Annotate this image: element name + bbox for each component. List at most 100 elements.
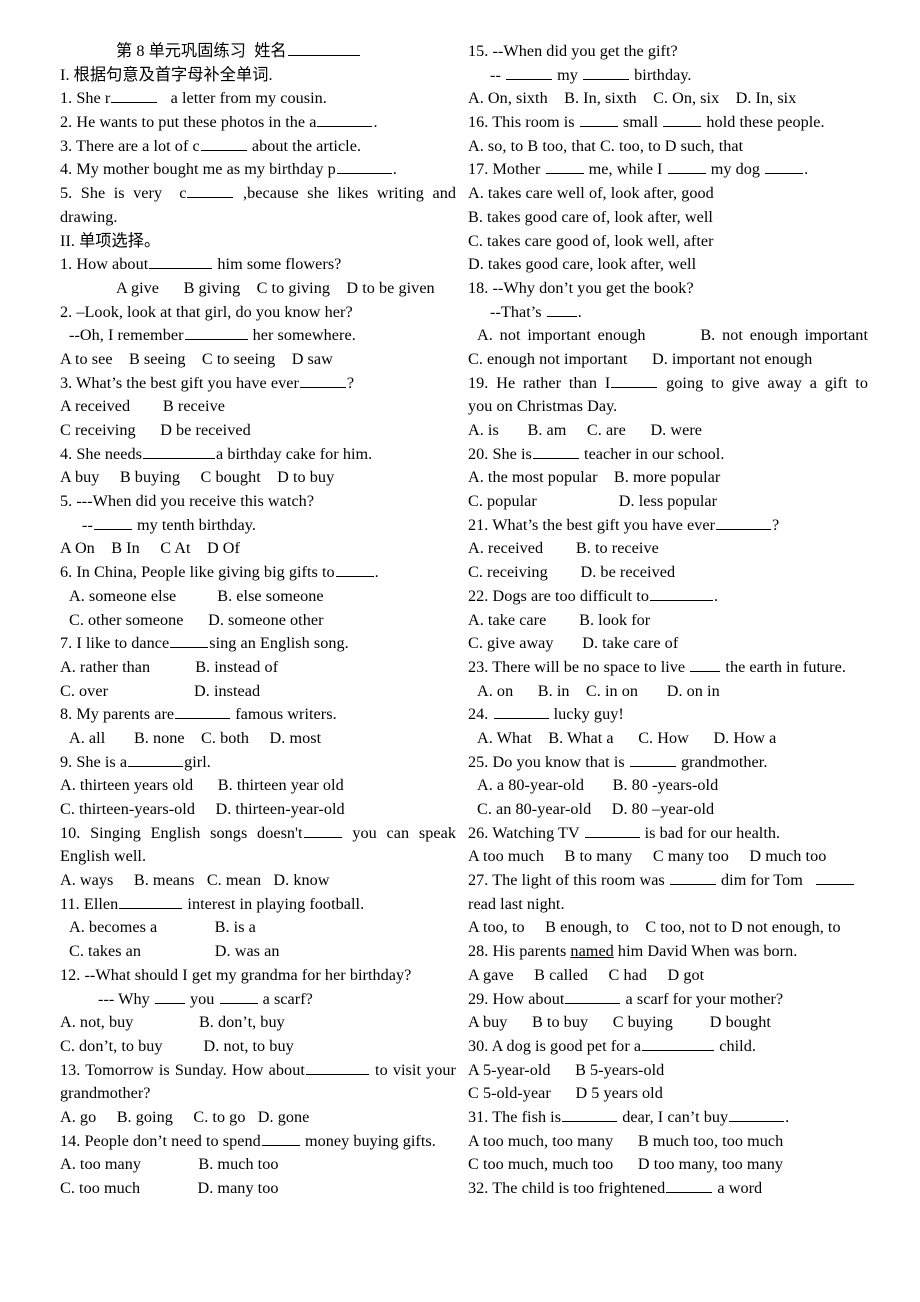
question-12-options-cd: C. don’t, to buy D. not, to buy <box>60 1036 294 1055</box>
answer-blank <box>506 64 552 80</box>
answer-blank <box>565 988 621 1004</box>
answer-blank <box>765 159 804 175</box>
answer-blank <box>336 159 392 175</box>
answer-blank <box>128 751 184 767</box>
question-14-options-cd: C. too much D. many too <box>60 1179 279 1197</box>
question-21-options-cd: C. receiving D. be received <box>468 563 676 582</box>
question-10: 10. Singing English songs doesn't you ca… <box>60 823 456 842</box>
question-27-cont: read last night. <box>468 894 565 913</box>
question-29: 29. How about a scarf for your mother? <box>468 988 784 1008</box>
question-19-options: A. is B. am C. are D. were <box>468 421 703 439</box>
question-16-options: A. so, to B too, that C. too, to D such,… <box>468 136 744 155</box>
question-7: 7. I like to dance sing an English song. <box>60 632 349 653</box>
answer-blank <box>716 514 772 530</box>
answer-blank <box>149 253 213 270</box>
fill-item-5-cont: drawing. <box>60 207 118 226</box>
answer-blank <box>184 324 248 341</box>
question-21: 21. What’s the best gift you have ever? <box>468 514 780 534</box>
question-2: 2. –Look, look at that girl, do you know… <box>60 302 353 321</box>
question-30-options-ab: A 5-year-old B 5-years-old <box>468 1060 665 1079</box>
question-11-options-ab: A. becomes a B. is a <box>69 918 256 937</box>
question-14-options-ab: A. too many B. much too <box>60 1155 279 1174</box>
section-heading-1: I. 根据句意及首字母补全单词. <box>60 65 273 84</box>
question-4: 4. She needs a birthday cake for him. <box>60 443 373 463</box>
answer-blank <box>187 182 234 199</box>
question-9-options-ab: A. thirteen years old B. thirteen year o… <box>60 776 344 795</box>
question-9-options-cd: C. thirteen-years-old D. thirteen-year-o… <box>60 800 345 818</box>
question-31-options-ab: A too much, too many B much too, too muc… <box>468 1131 784 1150</box>
question-7-options-ab: A. rather than B. instead of <box>60 657 279 676</box>
question-17: 17. Mother me, while I my dog . <box>468 159 809 179</box>
question-18-cont: --That’s . <box>490 302 582 321</box>
answer-blank <box>663 111 702 128</box>
question-10-cont: English well. <box>60 847 147 866</box>
question-19-cont: you on Christmas Day. <box>468 397 618 416</box>
question-17-option-d: D. takes good care, look after, well <box>468 255 697 274</box>
fill-item-2: 2. He wants to put these photos in the a… <box>60 111 378 132</box>
question-6: 6. In China, People like giving big gift… <box>60 561 379 582</box>
answer-blank <box>175 703 231 720</box>
question-3-options-ab: A received B receive <box>60 397 225 416</box>
question-17-option-a: A. takes care well of, look after, good <box>468 184 714 203</box>
question-26: 26. Watching TV is bad for our health. <box>468 823 781 842</box>
question-23-options: A. on B. in C. in on D. on in <box>477 681 720 700</box>
question-32: 32. The child is too frightened a word <box>468 1177 763 1197</box>
question-16: 16. This room is small hold these people… <box>468 111 825 132</box>
question-30: 30. A dog is good pet for a child. <box>468 1035 756 1055</box>
answer-blank <box>579 111 618 128</box>
answer-blank <box>690 656 721 672</box>
answer-blank <box>170 632 209 649</box>
underlined-word: named <box>570 942 614 961</box>
fill-item-3: 3. There are a lot of c about the articl… <box>60 135 362 155</box>
question-15: 15. --When did you get the gift? <box>468 42 678 60</box>
answer-blank <box>111 87 158 104</box>
question-2-cont: --Oh, I remember her somewhere. <box>69 324 356 345</box>
question-22-options-cd: C. give away D. take care of <box>468 634 679 653</box>
question-21-options-ab: A. received B. to receive <box>468 539 659 558</box>
question-22-options-ab: A. take care B. look for <box>468 610 651 629</box>
question-15-cont: -- my birthday. <box>490 64 692 84</box>
question-19: 19. He rather than I going to give away … <box>468 373 868 392</box>
question-26-options: A too much B to many C many too D much t… <box>468 847 827 866</box>
question-24-options: A. What B. What a C. How D. How a <box>477 728 777 747</box>
question-7-options-cd: C. over D. instead <box>60 681 261 700</box>
answer-blank <box>642 1035 715 1051</box>
question-27: 27. The light of this room was dim for T… <box>468 869 868 893</box>
answer-blank <box>666 1177 713 1193</box>
question-22: 22. Dogs are too difficult to. <box>468 585 719 605</box>
page-title: 第 8 单元巩固练习 姓名 <box>60 40 456 64</box>
answer-blank <box>335 561 374 578</box>
fill-item-5: 5. She is very c ,because she likes writ… <box>60 182 457 203</box>
question-31: 31. The fish is dear, I can’t buy. <box>468 1106 790 1126</box>
question-17-option-c: C. takes care good of, look well, after <box>468 231 714 250</box>
question-30-options-cd: C 5-old-year D 5 years old <box>468 1084 663 1103</box>
answer-blank <box>649 585 713 601</box>
question-1: 1. How about him some flowers? <box>60 253 342 274</box>
question-10-options: A. ways B. means C. mean D. know <box>60 871 330 890</box>
question-4-options: A buy B buying C bought D to buy <box>60 468 335 487</box>
answer-blank <box>545 159 584 175</box>
question-23: 23. There will be no space to live the e… <box>468 656 846 676</box>
question-2-options: A to see B seeing C to seeing D saw <box>60 349 333 368</box>
question-25-options-ab: A. a 80-year-old B. 80 -years-old <box>477 776 719 795</box>
question-5-cont: -- my tenth birthday. <box>82 514 256 534</box>
answer-blank <box>93 514 132 530</box>
answer-blank <box>729 1106 785 1122</box>
question-5: 5. ---When did you receive this watch? <box>60 492 315 511</box>
fill-item-4: 4. My mother bought me as my birthday p. <box>60 159 397 179</box>
question-24: 24. lucky guy! <box>468 705 624 724</box>
question-25-options-cd: C. an 80-year-old D. 80 –year-old <box>477 800 715 818</box>
question-6-options-ab: A. someone else B. else someone <box>69 586 324 605</box>
answer-blank <box>261 1130 300 1146</box>
answer-blank <box>629 751 676 767</box>
answer-blank <box>200 135 247 151</box>
answer-blank <box>142 443 215 459</box>
question-13-options: A. go B. going C. to go D. gone <box>60 1107 310 1126</box>
question-18-options-cd: C. enough not important D. important not… <box>468 349 813 368</box>
answer-blank <box>119 893 183 909</box>
question-28-options: A gave B called C had D got <box>468 965 705 984</box>
question-12-cont: --- Why you a scarf? <box>98 989 313 1008</box>
answer-blank <box>317 111 373 128</box>
question-29-options: A buy B to buy C buying D bought <box>468 1013 771 1032</box>
question-14: 14. People don’t need to spend money buy… <box>60 1130 436 1150</box>
